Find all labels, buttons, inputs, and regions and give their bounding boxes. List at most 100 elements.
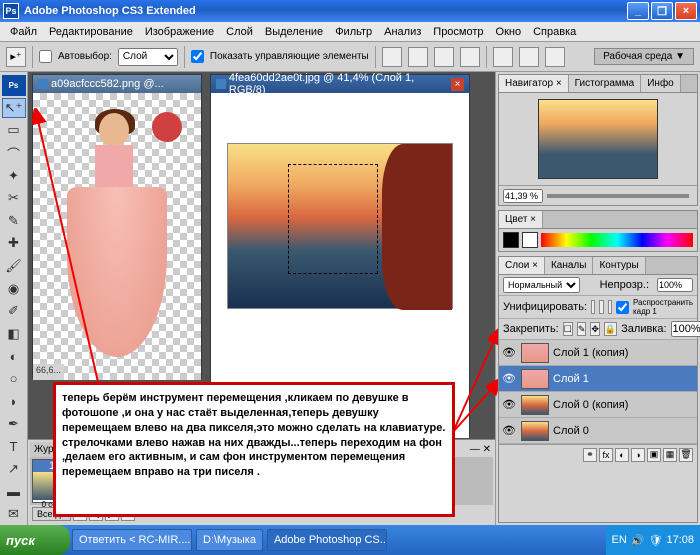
close-button[interactable]: ×: [675, 2, 697, 20]
blur-tool[interactable]: ○: [2, 368, 26, 389]
task-item[interactable]: Adobe Photoshop CS...: [267, 529, 387, 551]
tab-channels[interactable]: Каналы: [545, 257, 594, 274]
marquee-tool[interactable]: ▭: [2, 120, 26, 141]
align-icon[interactable]: [382, 47, 402, 67]
menu-view[interactable]: Просмотр: [427, 24, 489, 40]
pen-tool[interactable]: ✒: [2, 413, 26, 434]
distribute-icon[interactable]: [545, 47, 565, 67]
tutorial-box: теперь берём инструмент перемещения ,кли…: [53, 382, 455, 517]
align-icon[interactable]: [434, 47, 454, 67]
task-item[interactable]: D:\Музыка: [196, 529, 263, 551]
tab-info[interactable]: Инфо: [641, 75, 681, 92]
layer-item[interactable]: 👁Слой 0: [499, 418, 697, 444]
new-layer-icon[interactable]: ▦: [663, 448, 677, 462]
menu-window[interactable]: Окно: [490, 24, 528, 40]
align-icon[interactable]: [460, 47, 480, 67]
layer-list: 👁Слой 1 (копия) 👁Слой 1 👁Слой 0 (копия) …: [499, 340, 697, 444]
unify-icon[interactable]: [608, 300, 612, 314]
menu-help[interactable]: Справка: [527, 24, 582, 40]
move-tool[interactable]: ↖⁺: [2, 98, 26, 119]
lang-indicator[interactable]: EN: [612, 534, 627, 546]
align-icon[interactable]: [408, 47, 428, 67]
unify-icon[interactable]: [599, 300, 603, 314]
tab-paths[interactable]: Контуры: [593, 257, 645, 274]
type-tool[interactable]: T: [2, 436, 26, 457]
link-icon[interactable]: ⚭: [583, 448, 597, 462]
clock[interactable]: 17:08: [666, 534, 694, 546]
layer-name: Слой 1: [553, 373, 589, 385]
eye-icon[interactable]: 👁: [501, 371, 517, 387]
eye-icon[interactable]: 👁: [501, 345, 517, 361]
doc2-titlebar[interactable]: 4fea60dd2ae0t.jpg @ 41,4% (Слой 1, RGB/8…: [211, 75, 469, 93]
document-1[interactable]: a09acfccc582.png @... 66,6...: [32, 74, 202, 379]
heal-tool[interactable]: ✚: [2, 233, 26, 254]
blend-mode[interactable]: Нормальный: [503, 277, 580, 293]
tab-color[interactable]: Цвет ×: [499, 211, 543, 228]
minimize-button[interactable]: _: [627, 2, 649, 20]
lasso-tool[interactable]: ⌒: [2, 143, 26, 164]
stamp-tool[interactable]: ◉: [2, 278, 26, 299]
crop-tool[interactable]: ✂: [2, 188, 26, 209]
shape-tool[interactable]: ▬: [2, 481, 26, 502]
group-icon[interactable]: ▣: [647, 448, 661, 462]
eye-icon[interactable]: 👁: [501, 397, 517, 413]
eye-icon[interactable]: 👁: [501, 423, 517, 439]
layer-item[interactable]: 👁 Слой 1: [499, 366, 697, 392]
menu-filter[interactable]: Фильтр: [329, 24, 378, 40]
mask-icon[interactable]: ◐: [615, 448, 629, 462]
doc1-titlebar[interactable]: a09acfccc582.png @...: [33, 75, 201, 93]
unify-icon[interactable]: [591, 300, 595, 314]
menu-layer[interactable]: Слой: [220, 24, 259, 40]
tab-histogram[interactable]: Гистограмма: [569, 75, 642, 92]
adjust-icon[interactable]: ◑: [631, 448, 645, 462]
color-ramp[interactable]: [541, 233, 693, 247]
auto-select-dropdown[interactable]: Слой: [118, 48, 178, 66]
transform-bounds[interactable]: [288, 164, 378, 274]
tab-layers[interactable]: Слои ×: [499, 257, 545, 274]
zoom-input[interactable]: [503, 189, 543, 203]
propagate-checkbox[interactable]: [616, 301, 629, 314]
maximize-button[interactable]: ❐: [651, 2, 673, 20]
slice-tool[interactable]: ✎: [2, 211, 26, 232]
menu-image[interactable]: Изображение: [139, 24, 220, 40]
lock-pos-icon[interactable]: ✥: [590, 322, 600, 336]
tab-navigator[interactable]: Навигатор ×: [499, 75, 569, 92]
tray-icon[interactable]: 🔊: [631, 534, 645, 547]
wand-tool[interactable]: ✦: [2, 166, 26, 187]
gradient-tool[interactable]: ◐: [2, 346, 26, 367]
menu-select[interactable]: Выделение: [259, 24, 329, 40]
workspace-menu[interactable]: Рабочая среда ▼: [594, 48, 694, 65]
opacity-input[interactable]: [657, 278, 693, 292]
lock-all-icon[interactable]: 🔒: [604, 322, 617, 336]
doc2-close-icon[interactable]: ×: [451, 78, 464, 91]
start-button[interactable]: пуск: [0, 525, 70, 555]
layer-item[interactable]: 👁Слой 0 (копия): [499, 392, 697, 418]
tray-icon[interactable]: 🛡: [649, 534, 663, 547]
nav-thumbnail[interactable]: [538, 99, 658, 179]
path-tool[interactable]: ↗: [2, 459, 26, 480]
menu-analysis[interactable]: Анализ: [378, 24, 427, 40]
brush-tool[interactable]: 🖌: [2, 256, 26, 277]
bg-swatch[interactable]: [522, 232, 538, 248]
task-item[interactable]: Ответить < RС-MIR....: [72, 529, 192, 551]
zoom-slider[interactable]: [547, 194, 689, 198]
distribute-icon[interactable]: [519, 47, 539, 67]
fill-input[interactable]: [671, 321, 700, 337]
doc1-canvas[interactable]: 66,6...: [33, 93, 201, 380]
fx-icon[interactable]: fx: [599, 448, 613, 462]
lock-pixel-icon[interactable]: ✎: [577, 322, 587, 336]
notes-tool[interactable]: ✉: [2, 504, 26, 525]
auto-select-checkbox[interactable]: [39, 50, 52, 63]
history-tool[interactable]: ✐: [2, 301, 26, 322]
dodge-tool[interactable]: ◗: [2, 391, 26, 412]
tool-preset-icon[interactable]: ▸⁺: [6, 47, 26, 67]
lock-trans-icon[interactable]: ☐: [563, 322, 573, 336]
show-controls-checkbox[interactable]: [191, 50, 204, 63]
distribute-icon[interactable]: [493, 47, 513, 67]
eraser-tool[interactable]: ◧: [2, 323, 26, 344]
trash-icon[interactable]: 🗑: [679, 448, 693, 462]
menu-file[interactable]: Файл: [4, 24, 43, 40]
menu-edit[interactable]: Редактирование: [43, 24, 139, 40]
layer-item[interactable]: 👁Слой 1 (копия): [499, 340, 697, 366]
fg-swatch[interactable]: [503, 232, 519, 248]
